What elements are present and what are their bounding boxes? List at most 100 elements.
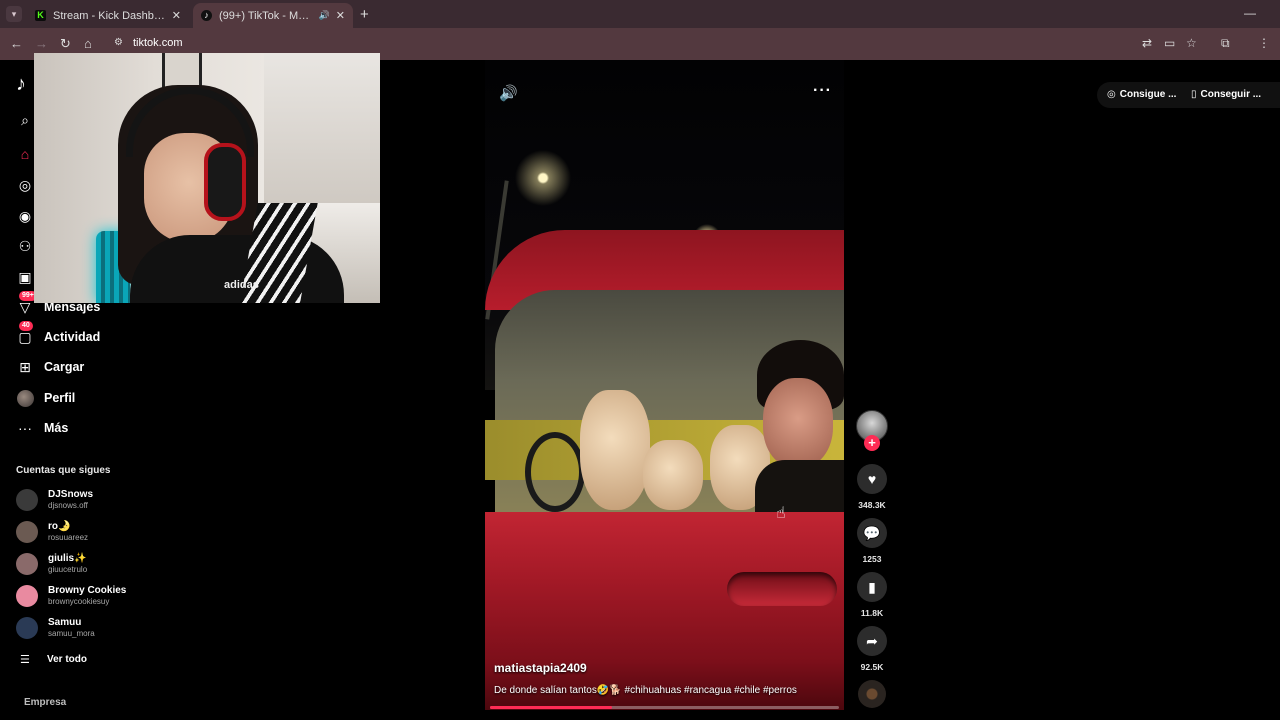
comment-icon: 💬 [863, 524, 881, 541]
following-section-title: Cuentas que sigues [16, 465, 111, 476]
close-tab-icon[interactable]: ✕ [336, 9, 345, 22]
profile-avatar [16, 389, 34, 407]
new-tab-button[interactable]: + [360, 6, 369, 23]
video-caption: De donde salían tantos🤣🐕 #chihuahuas #ra… [494, 685, 797, 696]
site-info-icon[interactable]: ⚙ [114, 37, 123, 48]
like-count: 348.3K [858, 500, 886, 510]
company-link[interactable]: Empresa [24, 697, 66, 708]
account-name: DJSnows [48, 489, 94, 500]
coins-icon: ◎ [1107, 88, 1116, 100]
list-icon: ☰ [20, 654, 30, 666]
comment-count: 1253 [862, 554, 882, 564]
sidebar-item-label: Actividad [44, 330, 101, 344]
account-handle: djsnows.off [48, 501, 88, 510]
get-coins-button[interactable]: ◎ Consigue ... [1107, 84, 1176, 104]
video-chihuahua [580, 390, 650, 510]
reload-icon[interactable]: ↻ [60, 36, 71, 52]
friends-icon[interactable]: ▣ [17, 269, 33, 285]
video-car-door [485, 512, 844, 710]
account-name: Browny Cookies [48, 585, 127, 596]
tab-tiktok[interactable]: ♪ (99+) TikTok - Make Your Day 🔊 ✕ [193, 3, 353, 28]
minimize-icon[interactable]: — [1244, 6, 1256, 20]
sidebar-item-activity[interactable]: ▢ 40 Actividad [16, 321, 101, 347]
get-app-label: Conseguir ... [1200, 88, 1262, 100]
tab-kick-dashboard[interactable]: K Stream - Kick Dashboard ✕ [27, 3, 189, 28]
webcam-jacket [130, 235, 344, 303]
account-handle: brownycookiesuy [48, 597, 110, 606]
install-app-icon[interactable]: ▭ [1164, 36, 1175, 50]
sidebar-item-label: Más [44, 421, 69, 435]
tiktok-page: ♪ ⌕ ⌂ ◎ ◉ ⚇ ▣ ▽ 99+ Mensajes ▢ 40 Activida… [0, 53, 1280, 720]
sidebar-item-upload[interactable]: ⊞ Cargar [16, 357, 84, 377]
sidebar-item-profile[interactable]: Perfil [16, 388, 75, 408]
like-button[interactable]: ♥ [857, 464, 887, 494]
video-chihuahua [643, 440, 703, 510]
explore-icon[interactable]: ◎ [17, 177, 33, 193]
avatar [16, 585, 38, 607]
following-account[interactable]: Browny Cookies brownycookiesuy [16, 583, 126, 609]
tiktok-logo-icon[interactable]: ♪ [16, 73, 26, 96]
bookmark-icon: ▮ [868, 578, 876, 595]
webcam-headset-cup [204, 143, 246, 221]
streamer-webcam-overlay: adidas [34, 53, 380, 303]
get-app-button[interactable]: ▯ Conseguir ... [1191, 84, 1261, 104]
video-progress-bar[interactable] [490, 706, 839, 709]
avatar [16, 489, 38, 511]
share-button[interactable]: ➦ [857, 626, 887, 656]
tab-title: Stream - Kick Dashboard [53, 9, 166, 22]
video-player[interactable]: 🔊 ··· matiastapia2409 De donde salían ta… [485, 60, 844, 710]
home-nav-icon[interactable]: ⌂ [17, 146, 33, 162]
kick-logo-icon: K [35, 10, 46, 21]
account-handle: giuucetrulo [48, 565, 88, 574]
following-account[interactable]: ro🌛 rosuuareez [16, 519, 88, 545]
bookmark-star-icon[interactable]: ☆ [1186, 36, 1197, 50]
tab-title: (99+) TikTok - Make Your Day [219, 9, 315, 22]
video-progress-fill [490, 706, 613, 709]
phone-icon: ▯ [1191, 88, 1197, 100]
volume-icon[interactable]: 🔊 [499, 84, 518, 102]
following-account[interactable]: giulis✨ giuucetrulo [16, 551, 87, 577]
account-name: ro🌛 [48, 521, 71, 532]
close-tab-icon[interactable]: ✕ [172, 9, 181, 22]
activity-badge: 40 [19, 321, 33, 331]
hand-cursor-icon: ☝ [776, 505, 786, 522]
translate-icon[interactable]: ⇄ [1142, 36, 1152, 50]
browser-tab-bar: ▾ K Stream - Kick Dashboard ✕ ♪ (99+) Ti… [0, 0, 1280, 28]
extensions-icon[interactable]: ⧉ [1221, 36, 1230, 51]
get-coins-label: Consigue ... [1119, 88, 1177, 100]
following-account[interactable]: DJSnows djsnows.off [16, 487, 93, 513]
share-count: 92.5K [860, 662, 884, 672]
tab-search-button[interactable]: ▾ [6, 6, 22, 22]
home-icon[interactable]: ⌂ [84, 36, 92, 51]
address-bar[interactable]: tiktok.com [133, 37, 183, 49]
follow-plus-icon[interactable]: + [864, 435, 880, 451]
search-icon[interactable]: ⌕ [17, 112, 33, 128]
save-button[interactable]: ▮ [857, 572, 887, 602]
forward-icon[interactable]: → [35, 36, 48, 51]
music-disc-icon[interactable] [858, 680, 886, 708]
see-all-button[interactable]: ☰ Ver todo [20, 653, 87, 666]
live-icon[interactable]: ◉ [17, 208, 33, 224]
share-arrow-icon: ➦ [866, 632, 878, 649]
account-handle: samuu_mora [48, 629, 95, 638]
account-name: Samuu [48, 617, 82, 628]
following-icon[interactable]: ⚇ [17, 238, 33, 254]
messages-icon: ▽ 99+ [16, 291, 37, 316]
activity-icon: ▢ 40 [18, 321, 33, 345]
speaker-icon[interactable]: 🔊 [319, 10, 330, 21]
menu-icon[interactable]: ⋮ [1258, 36, 1270, 50]
comment-button[interactable]: 💬 [857, 518, 887, 548]
following-account[interactable]: Samuu samuu_mora [16, 615, 95, 641]
video-author[interactable]: matiastapia2409 [494, 661, 587, 675]
video-door-handle [727, 572, 837, 606]
sidebar-item-label: Cargar [44, 360, 85, 374]
webcam-shirt-logo: adidas [224, 279, 259, 291]
account-name: giulis✨ [48, 553, 87, 564]
more-icon: ··· [18, 420, 32, 436]
more-options-icon[interactable]: ··· [813, 82, 832, 100]
avatar [16, 521, 38, 543]
sidebar-item-label: Perfil [44, 391, 76, 405]
webcam-shelf [264, 53, 380, 203]
sidebar-item-more[interactable]: ··· Más [16, 418, 68, 438]
back-icon[interactable]: ← [10, 36, 23, 51]
